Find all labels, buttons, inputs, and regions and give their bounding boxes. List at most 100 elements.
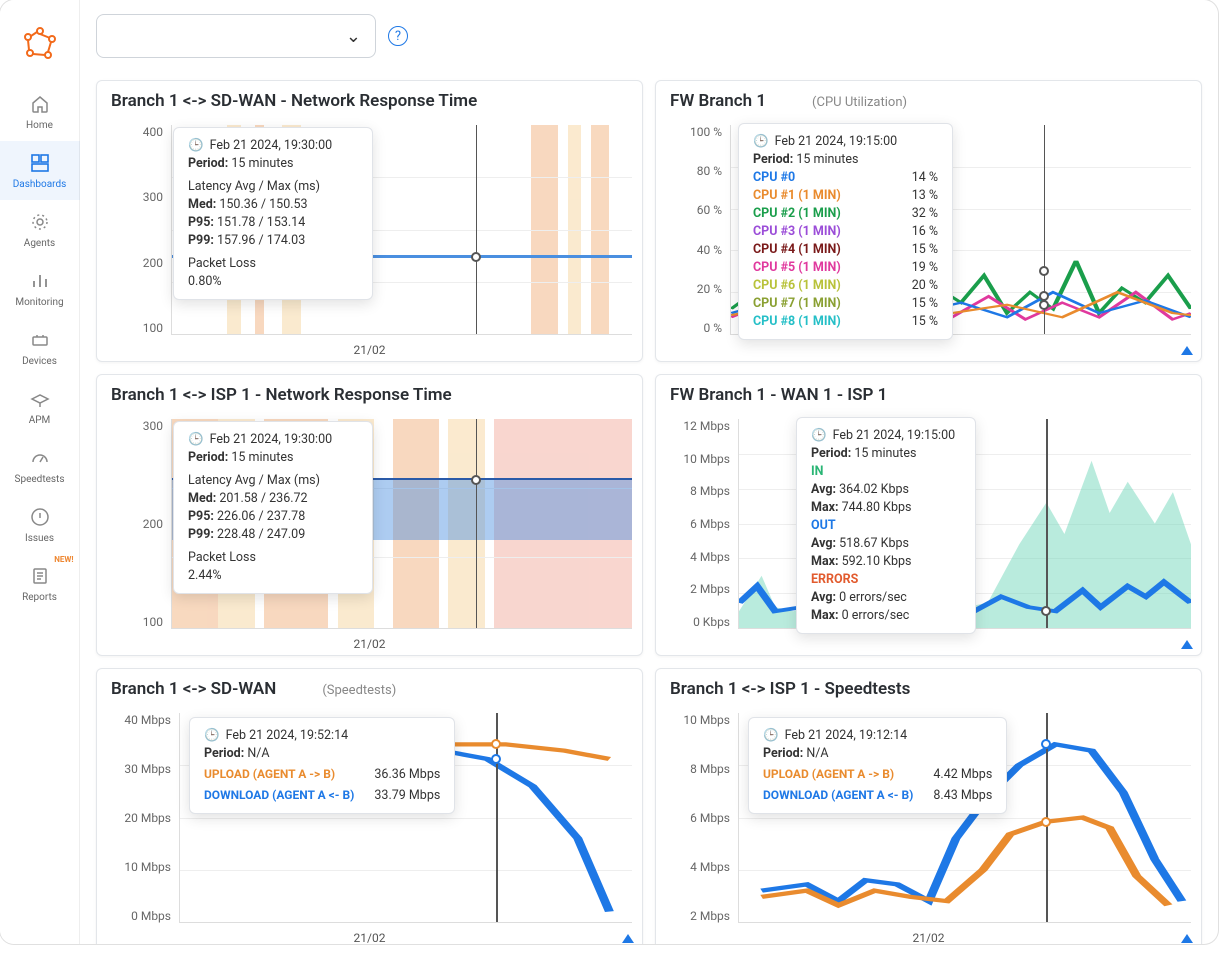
y-axis: 400300200100 [97,125,169,335]
x-axis-label: 21/02 [97,637,642,651]
y-axis: 40 Mbps30 Mbps20 Mbps10 Mbps0 Mbps [97,713,177,923]
y-axis: 100 %80 %60 %40 %20 %0 % [656,125,728,335]
expand-icon[interactable] [1181,640,1193,649]
dashboard-select[interactable]: ⌄ [96,14,376,58]
cpu-name: CPU #5 (1 MIN) [753,260,841,275]
chart-area[interactable]: 300200100 [97,413,642,655]
clock-icon: 🕒 [753,134,769,149]
card-title: Branch 1 <-> ISP 1 - Speedtests [670,679,910,699]
tooltip: 🕒Feb 21 2024, 19:30:00 Period: 15 minute… [173,421,373,594]
cpu-name: CPU #3 (1 MIN) [753,224,841,239]
cpu-name: CPU #6 (1 MIN) [753,278,841,293]
dashboard-icon [28,151,52,175]
card-title: Branch 1 <-> SD-WAN [111,679,276,699]
chart-area[interactable]: 400300200100 [97,119,642,361]
sidebar: Home Dashboards Agents Monitoring Device… [0,0,80,944]
monitoring-icon [28,269,52,293]
reports-icon [28,564,52,588]
card-title: Branch 1 <-> ISP 1 - Network Response Ti… [111,385,452,405]
clock-icon: 🕒 [763,728,779,743]
nav-reports-label: Reports [22,592,57,603]
chart-area[interactable]: 10 Mbps8 Mbps6 Mbps4 Mbps2 Mbps 21/02 [656,707,1201,944]
cpu-name: CPU #1 (1 MIN) [753,188,841,203]
cpu-name: CPU #4 (1 MIN) [753,242,841,257]
cpu-value: 16 % [912,224,938,239]
y-axis: 10 Mbps8 Mbps6 Mbps4 Mbps2 Mbps [656,713,736,923]
tooltip: 🕒Feb 21 2024, 19:15:00 Period: 15 minute… [738,123,953,340]
chart-area[interactable]: 100 %80 %60 %40 %20 %0 % 🕒Feb 21 2024, 1… [656,119,1201,361]
nav-home[interactable]: Home [0,82,80,141]
cpu-value: 32 % [912,206,938,221]
cpu-value: 15 % [912,296,938,311]
chart-area[interactable]: 12 Mbps10 Mbps8 Mbps6 Mbps4 Mbps2 Mbps0 … [656,413,1201,655]
nav-devices-label: Devices [22,356,57,367]
cpu-value: 13 % [912,188,938,203]
logo [19,22,61,64]
nav-agents-label: Agents [24,238,55,249]
main: ⌄ ? Branch 1 <-> SD-WAN - Network Respon… [80,0,1218,944]
card-title: FW Branch 1 [670,91,766,111]
card-fw-branch1-wan1: FW Branch 1 - WAN 1 - ISP 1 12 Mbps10 Mb… [655,374,1202,656]
card-branch1-sdwan-response: Branch 1 <-> SD-WAN - Network Response T… [96,80,643,362]
devices-icon [28,328,52,352]
cpu-value: 15 % [912,314,938,329]
clock-icon: 🕒 [811,428,827,443]
nav-monitoring-label: Monitoring [15,297,63,308]
tooltip: 🕒Feb 21 2024, 19:30:00 Period: 15 minute… [173,127,373,300]
y-axis: 300200100 [97,419,169,629]
card-branch1-isp1-response: Branch 1 <-> ISP 1 - Network Response Ti… [96,374,643,656]
nav-speedtests-label: Speedtests [15,474,65,485]
cpu-value: 20 % [912,278,938,293]
agents-icon [28,210,52,234]
tooltip: 🕒Feb 21 2024, 19:15:00 Period: 15 minute… [796,417,976,634]
card-subtitle: (Speedtests) [322,683,396,698]
cpu-list: CPU #014 %CPU #1 (1 MIN)13 %CPU #2 (1 MI… [753,170,938,329]
new-badge: NEW! [54,555,73,564]
x-axis-label: 21/02 [97,931,642,944]
card-branch1-isp1-speedtests: Branch 1 <-> ISP 1 - Speedtests 10 Mbps8… [655,668,1202,944]
nav-dashboards-label: Dashboards [13,179,67,190]
expand-icon[interactable] [1181,934,1193,943]
nav-devices[interactable]: Devices [0,318,80,377]
expand-icon[interactable] [1181,346,1193,355]
y-axis: 12 Mbps10 Mbps8 Mbps6 Mbps4 Mbps2 Mbps0 … [656,419,736,629]
issues-icon [28,505,52,529]
cpu-value: 14 % [912,170,938,185]
tooltip: 🕒Feb 21 2024, 19:12:14 Period: N/A UPLOA… [748,717,1007,814]
card-title: Branch 1 <-> SD-WAN - Network Response T… [111,91,477,111]
chart-area[interactable]: 40 Mbps30 Mbps20 Mbps10 Mbps0 Mbps 21/02 [97,707,642,944]
clock-icon: 🕒 [188,432,204,447]
x-axis-label: 21/02 [656,931,1201,944]
card-fw-branch1-cpu: FW Branch 1 (CPU Utilization) 100 %80 %60… [655,80,1202,362]
nav-reports[interactable]: NEW! Reports [0,554,80,613]
cpu-name: CPU #0 [753,170,795,185]
card-title: FW Branch 1 - WAN 1 - ISP 1 [670,385,887,405]
clock-icon: 🕒 [188,138,204,153]
cpu-name: CPU #7 (1 MIN) [753,296,841,311]
x-axis-label: 21/02 [97,343,642,357]
topbar: ⌄ ? [80,0,1218,72]
nav-speedtests[interactable]: Speedtests [0,436,80,495]
help-icon[interactable]: ? [388,26,408,46]
nav-dashboards[interactable]: Dashboards [0,141,80,200]
expand-icon[interactable] [622,934,634,943]
clock-icon: 🕒 [204,728,220,743]
speedtests-icon [28,446,52,470]
nav-apm[interactable]: APM [0,377,80,436]
cpu-name: CPU #8 (1 MIN) [753,314,841,329]
cpu-value: 15 % [912,242,938,257]
cpu-value: 19 % [912,260,938,275]
nav-apm-label: APM [29,415,51,426]
home-icon [28,92,52,116]
nav-agents[interactable]: Agents [0,200,80,259]
apm-icon [28,387,52,411]
card-subtitle: (CPU Utilization) [812,95,907,110]
nav-home-label: Home [26,120,53,131]
charts-grid: Branch 1 <-> SD-WAN - Network Response T… [80,72,1218,944]
nav-issues[interactable]: Issues [0,495,80,554]
card-branch1-sdwan-speedtests: Branch 1 <-> SD-WAN (Speedtests) 40 Mbps3… [96,668,643,944]
app-frame: Home Dashboards Agents Monitoring Device… [0,0,1218,944]
nav-issues-label: Issues [25,533,54,544]
nav-monitoring[interactable]: Monitoring [0,259,80,318]
tooltip: 🕒Feb 21 2024, 19:52:14 Period: N/A UPLOA… [189,717,455,814]
